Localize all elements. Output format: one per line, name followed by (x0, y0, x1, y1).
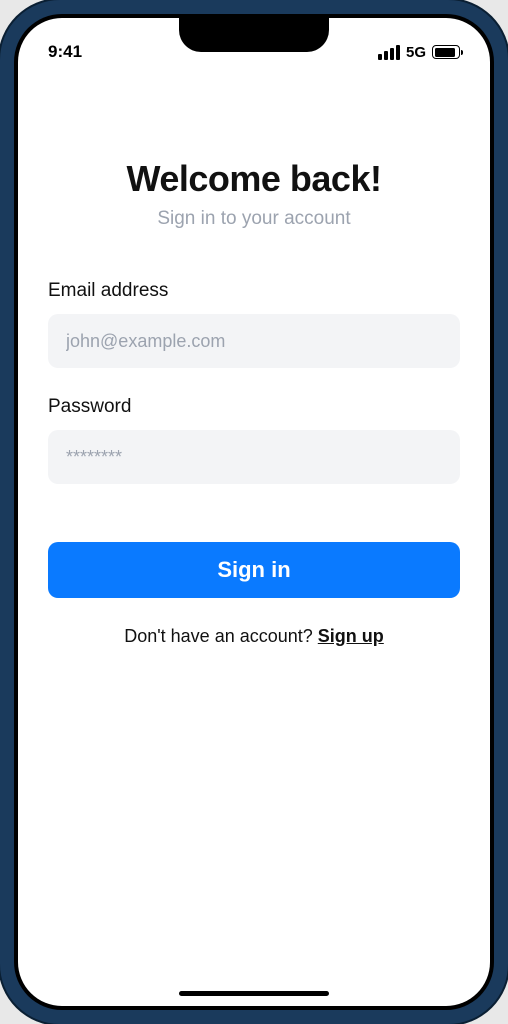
status-right: 5G (378, 44, 460, 61)
phone-frame: 9:41 5G Welcome back! Sign in to your ac… (0, 0, 508, 1024)
signin-form: Email address Password Sign in Don't hav… (48, 280, 460, 647)
signup-prompt: Don't have an account? (124, 626, 318, 646)
home-indicator[interactable] (179, 991, 329, 996)
signup-row: Don't have an account? Sign up (48, 626, 460, 647)
password-input[interactable] (48, 430, 460, 484)
screen: 9:41 5G Welcome back! Sign in to your ac… (18, 18, 490, 1006)
password-label: Password (48, 396, 460, 418)
page-subtitle: Sign in to your account (48, 208, 460, 230)
email-label: Email address (48, 280, 460, 302)
phone-bezel: 9:41 5G Welcome back! Sign in to your ac… (14, 14, 494, 1010)
signup-link[interactable]: Sign up (318, 626, 384, 646)
content: Welcome back! Sign in to your account Em… (18, 68, 490, 647)
network-label: 5G (406, 44, 426, 61)
password-group: Password (48, 396, 460, 484)
signin-button[interactable]: Sign in (48, 542, 460, 598)
status-time: 9:41 (48, 42, 82, 62)
email-group: Email address (48, 280, 460, 368)
notch (179, 18, 329, 52)
battery-icon (432, 45, 460, 59)
email-input[interactable] (48, 314, 460, 368)
signal-icon (378, 45, 400, 60)
page-title: Welcome back! (48, 158, 460, 200)
